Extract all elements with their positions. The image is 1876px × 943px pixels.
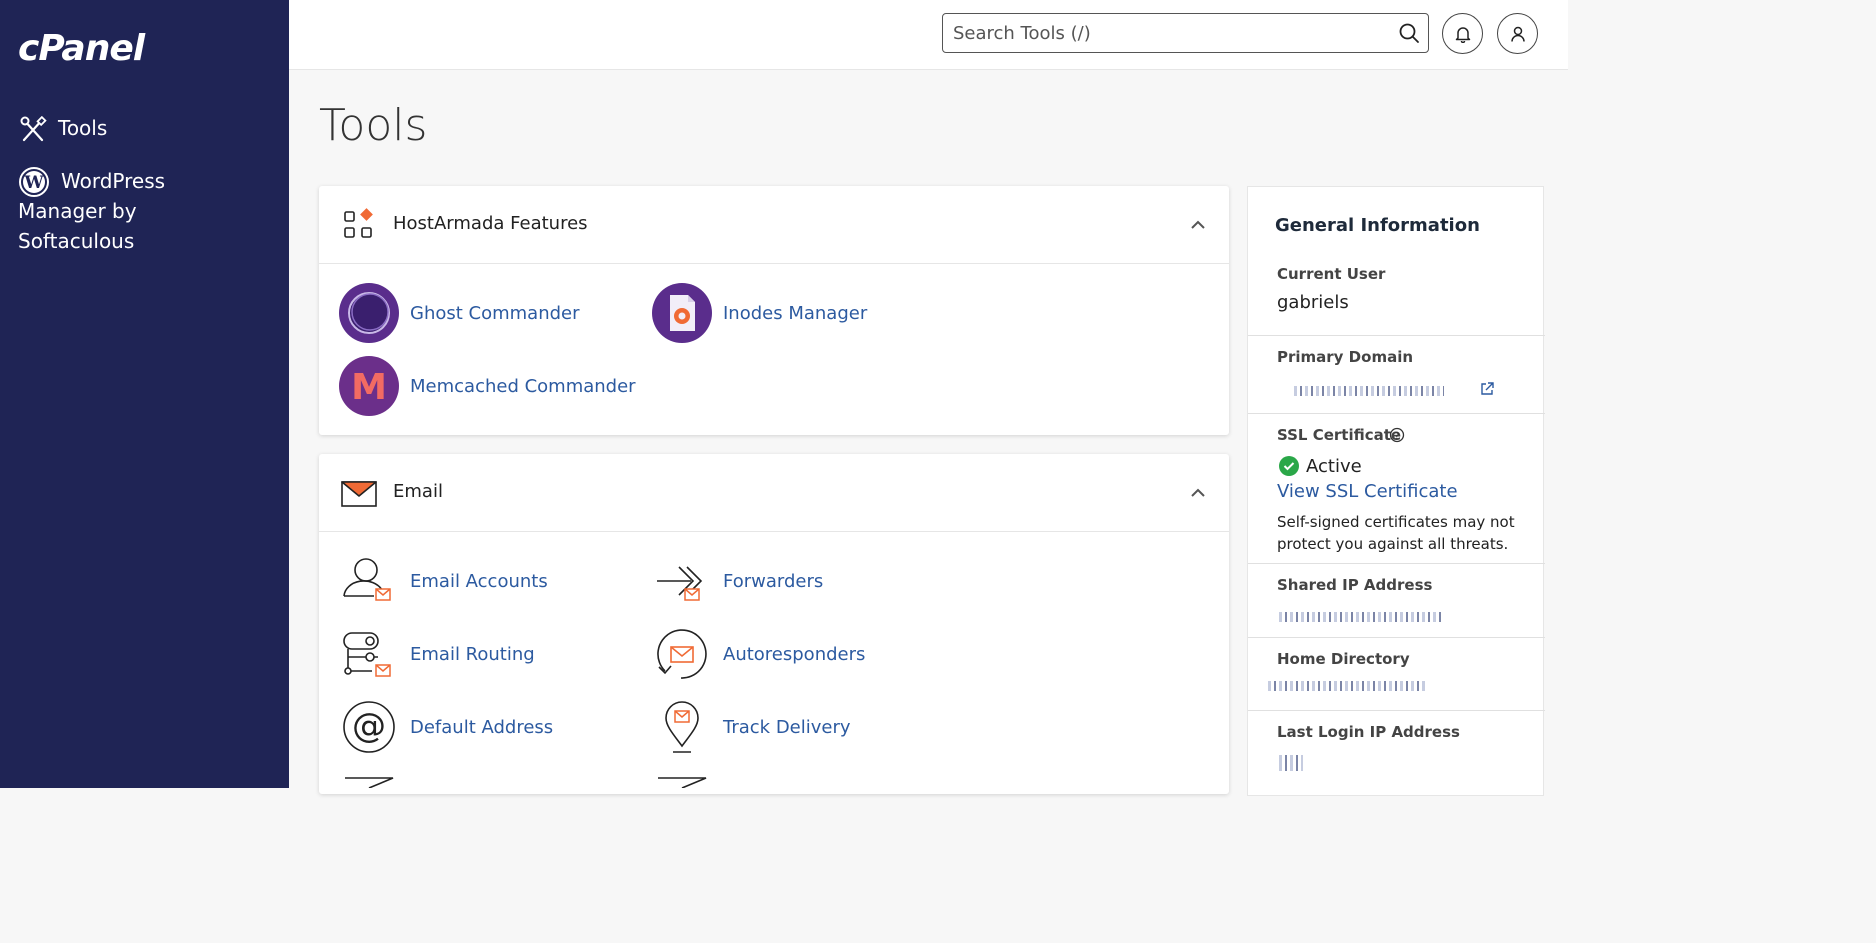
user-menu-button[interactable] xyxy=(1497,13,1538,54)
tool-label: Ghost Commander xyxy=(410,302,580,324)
sidebar: cPanel Tools W WordPress Manager by Soft… xyxy=(0,0,289,788)
partial-tool-icon xyxy=(658,777,707,788)
tool-label: Track Delivery xyxy=(723,716,851,738)
tool-label: Email Accounts xyxy=(410,570,548,592)
autoresponders-icon xyxy=(657,629,707,679)
tool-label: Forwarders xyxy=(723,570,824,592)
partial-tool-icon xyxy=(345,777,394,788)
shared-ip-section: Shared IP Address xyxy=(1248,563,1545,637)
memcached-commander-icon: M xyxy=(339,356,399,416)
general-information-card: General Information Current User gabriel… xyxy=(1247,186,1545,797)
search-input[interactable] xyxy=(953,14,1393,52)
shared-ip-label: Shared IP Address xyxy=(1277,576,1433,594)
default-address-icon: @ xyxy=(343,701,395,753)
email-routing-icon xyxy=(343,632,391,677)
tool-label: Email Routing xyxy=(410,643,535,665)
redacted-home-directory xyxy=(1268,681,1426,691)
user-icon xyxy=(1510,26,1525,42)
current-user-label: Current User xyxy=(1277,265,1386,283)
page-title: Tools xyxy=(319,100,428,151)
panel-title: Email xyxy=(393,481,443,502)
tool-default-address[interactable]: @ Default Address xyxy=(338,696,553,758)
notifications-button[interactable] xyxy=(1442,13,1483,54)
ssl-status: Active xyxy=(1306,456,1362,477)
redacted-ip xyxy=(1279,612,1441,622)
tool-autoresponders[interactable]: Autoresponders xyxy=(651,623,865,685)
bell-icon xyxy=(1455,26,1470,43)
home-directory-label: Home Directory xyxy=(1277,650,1410,668)
envelope-icon xyxy=(341,481,377,507)
tool-label: Default Address xyxy=(410,716,554,738)
svg-text:@: @ xyxy=(352,706,386,746)
wordpress-icon: W xyxy=(19,167,49,197)
chevron-up-icon[interactable] xyxy=(1189,216,1207,234)
view-ssl-certificate-link[interactable]: View SSL Certificate xyxy=(1277,481,1458,502)
track-delivery-icon xyxy=(665,701,699,753)
home-directory-section: Home Directory xyxy=(1248,637,1545,710)
ssl-note: Self-signed certificates may not protect… xyxy=(1277,513,1515,553)
search-box xyxy=(942,13,1429,53)
external-link-icon[interactable] xyxy=(1480,382,1494,396)
last-login-section: Last Login IP Address xyxy=(1248,710,1545,797)
tool-label: Memcached Commander xyxy=(410,375,636,397)
card-title: General Information xyxy=(1275,215,1480,236)
tool-email-accounts[interactable]: Email Accounts xyxy=(338,550,548,612)
hostarmada-features-panel: HostArmada Features Ghost Commander Inod… xyxy=(319,186,1229,435)
svg-text:?: ? xyxy=(1394,431,1399,442)
svg-text:M: M xyxy=(351,367,387,408)
ssl-certificate-section: SSL Certificate ? Active View SSL Certif… xyxy=(1248,413,1545,563)
last-login-label: Last Login IP Address xyxy=(1277,723,1460,741)
features-grid-icon xyxy=(344,208,373,238)
svg-text:W: W xyxy=(23,173,44,193)
sidebar-item-tools[interactable]: Tools xyxy=(18,116,107,144)
search-icon[interactable] xyxy=(1398,22,1420,44)
tool-label: Autoresponders xyxy=(723,643,866,665)
redacted-login-ip xyxy=(1279,755,1303,771)
tool-forwarders[interactable]: Forwarders xyxy=(651,550,823,612)
email-accounts-icon xyxy=(343,558,391,601)
tool-email-routing[interactable]: Email Routing xyxy=(338,623,535,685)
tool-ghost-commander[interactable]: Ghost Commander xyxy=(338,282,580,344)
tool-inodes-manager[interactable]: Inodes Manager xyxy=(651,282,867,344)
tools-icon xyxy=(20,116,47,142)
check-circle-icon xyxy=(1279,456,1299,476)
current-user-value: gabriels xyxy=(1277,292,1349,313)
email-panel: Email Email Accounts Forwarders Email Ro… xyxy=(319,454,1229,794)
sidebar-item-label: Tools xyxy=(58,116,108,140)
sidebar-item-wordpress-manager[interactable]: W WordPress Manager by Softaculous xyxy=(18,166,218,256)
ssl-certificate-label: SSL Certificate xyxy=(1277,426,1402,444)
inodes-manager-icon xyxy=(652,283,712,343)
forwarders-icon xyxy=(657,566,703,601)
redacted-domain xyxy=(1294,386,1444,396)
tool-memcached-commander[interactable]: M Memcached Commander xyxy=(338,355,636,417)
tool-track-delivery[interactable]: Track Delivery xyxy=(651,696,851,758)
primary-domain-label: Primary Domain xyxy=(1277,348,1414,366)
top-header xyxy=(289,0,1568,70)
cpanel-logo[interactable]: cPanel xyxy=(18,28,145,69)
panel-title: HostArmada Features xyxy=(393,213,588,234)
chevron-up-icon[interactable] xyxy=(1189,484,1207,502)
hostarmada-features-header[interactable]: HostArmada Features xyxy=(319,186,1229,264)
help-icon[interactable]: ? xyxy=(1389,427,1405,443)
ghost-commander-icon xyxy=(339,283,399,343)
email-header[interactable]: Email xyxy=(319,454,1229,532)
tool-label: Inodes Manager xyxy=(723,302,868,324)
primary-domain-section: Primary Domain xyxy=(1248,335,1545,413)
